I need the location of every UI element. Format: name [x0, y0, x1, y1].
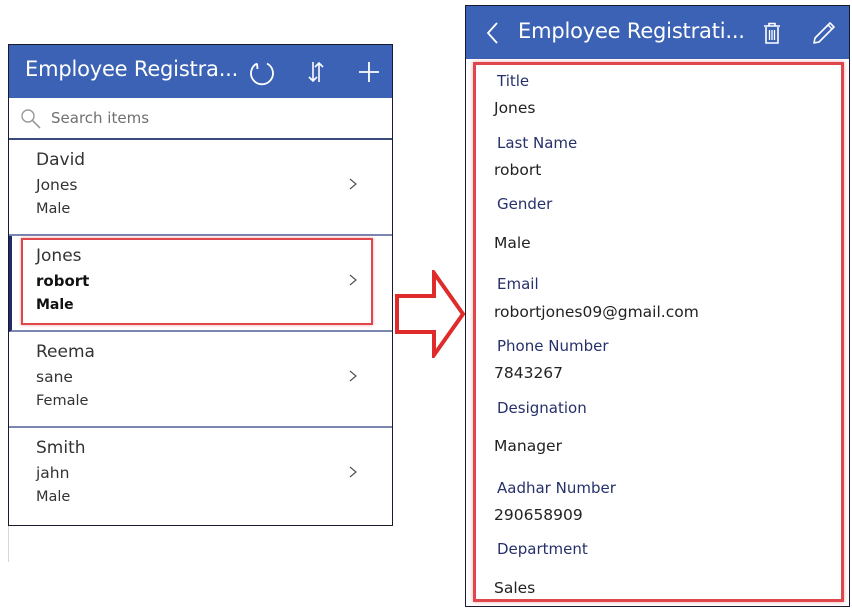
field-label-designation: Designation — [497, 399, 587, 417]
sort-button[interactable] — [301, 45, 331, 98]
field-label-department: Department — [497, 540, 588, 558]
item-subtitle: jahn — [36, 464, 70, 482]
item-body: Female — [36, 393, 89, 409]
item-body: Male — [36, 489, 71, 505]
list-item-selected[interactable]: Jones robort Male — [9, 236, 392, 332]
chevron-left-icon — [486, 21, 498, 44]
field-label-phone-number: Phone Number — [497, 337, 609, 355]
item-subtitle: sane — [36, 368, 73, 386]
field-value-aadhar-number: 290658909 — [494, 506, 583, 524]
field-label-last-name: Last Name — [497, 134, 578, 152]
detail-header: Employee Registrati... — [466, 6, 849, 59]
arrow-right-icon — [395, 270, 466, 358]
add-button[interactable] — [353, 45, 385, 98]
item-title: David — [36, 150, 86, 170]
search-box — [9, 98, 392, 140]
list-item[interactable]: Smith jahn Male — [9, 428, 392, 520]
employee-list: David Jones Male Jones robort Male Reema… — [9, 140, 392, 520]
field-value-phone-number: 7843267 — [494, 364, 564, 382]
field-value-title: Jones — [494, 99, 536, 117]
back-button[interactable] — [478, 6, 508, 59]
refresh-button[interactable] — [245, 45, 279, 98]
search-icon — [21, 109, 41, 129]
delete-button[interactable] — [756, 6, 788, 59]
item-title: Smith — [36, 438, 86, 458]
item-title: Reema — [36, 342, 95, 362]
detail-form-highlight-box: Title Jones Last Name robort Gender Male… — [473, 62, 844, 602]
browse-screen: Employee Registra... David — [8, 44, 393, 526]
browse-header: Employee Registra... — [9, 45, 392, 98]
list-item[interactable]: David Jones Male — [9, 140, 392, 236]
pencil-icon — [813, 21, 835, 44]
chevron-right-icon[interactable] — [347, 464, 359, 480]
plus-icon — [359, 61, 379, 82]
field-value-designation: Manager — [494, 437, 562, 455]
chevron-right-icon[interactable] — [347, 368, 359, 384]
item-subtitle: Jones — [36, 176, 78, 194]
divider — [8, 526, 9, 562]
sort-icon — [308, 61, 324, 82]
item-body: Male — [36, 297, 74, 313]
chevron-right-icon[interactable] — [347, 176, 359, 192]
item-subtitle: robort — [36, 272, 90, 290]
item-body: Male — [36, 201, 71, 217]
edit-button[interactable] — [806, 6, 842, 59]
field-label-gender: Gender — [497, 195, 553, 213]
refresh-icon — [250, 62, 274, 85]
chevron-right-icon[interactable] — [347, 272, 359, 288]
field-label-aadhar-number: Aadhar Number — [497, 479, 616, 497]
field-label-email: Email — [497, 275, 539, 293]
detail-screen: Employee Registrati... Title Jones Last … — [465, 5, 850, 607]
item-title: Jones — [36, 246, 82, 266]
field-value-last-name: robort — [494, 161, 542, 179]
field-value-gender: Male — [494, 234, 531, 252]
field-value-department: Sales — [494, 579, 536, 597]
list-item[interactable]: Reema sane Female — [9, 332, 392, 428]
browse-title: Employee Registra... — [25, 57, 239, 81]
detail-title: Employee Registrati... — [518, 19, 745, 43]
field-label-title: Title — [497, 72, 530, 90]
field-value-email: robortjones09@gmail.com — [494, 303, 699, 321]
search-input[interactable] — [51, 106, 371, 130]
trash-icon — [764, 22, 780, 44]
